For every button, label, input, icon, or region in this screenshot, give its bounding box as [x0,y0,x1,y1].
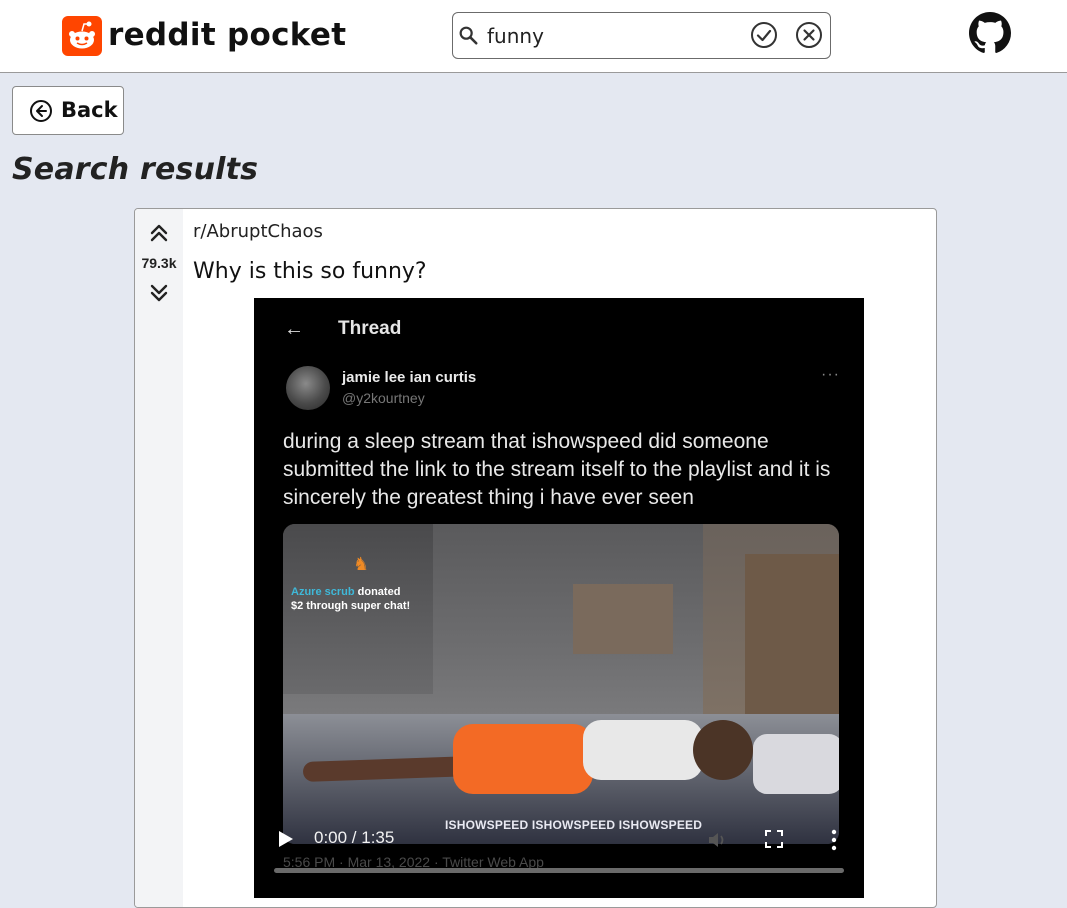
tweet-author-handle: @y2kourtney [342,390,425,406]
back-button[interactable]: Back [12,86,124,135]
tweet-more-icon: ··· [821,366,840,383]
app-title: reddit pocket [108,17,347,53]
donation-name: Azure scrub [291,586,355,598]
double-chevron-up-icon[interactable] [147,221,171,245]
post-title[interactable]: Why is this so funny? [193,259,427,284]
search-icon [459,26,478,45]
double-chevron-down-icon[interactable] [147,281,171,305]
post-video[interactable]: ← Thread jamie lee ian curtis @y2kourtne… [254,298,864,898]
post-card: 79.3k r/AbruptChaos Why is this so funny… [134,208,937,908]
page-title: Search results [12,152,259,187]
kebab-menu-icon[interactable] [824,828,844,852]
tweet-back-arrow-icon: ← [284,318,304,340]
tweet-thread-heading: Thread [338,318,402,339]
check-circle-icon[interactable] [749,20,779,50]
donation-line1: donated [354,586,401,598]
arrow-left-circle-icon [30,100,52,122]
github-icon[interactable] [969,12,1011,54]
tweet-text: during a sleep stream that ishowspeed di… [283,430,831,509]
back-button-label: Back [61,98,118,122]
vote-column: 79.3k [135,209,183,907]
search-input[interactable] [487,22,737,50]
donation-mascot-icon: ♞ [353,554,370,574]
donation-line2: $2 through super chat! [291,600,411,612]
volume-icon[interactable] [706,829,728,851]
tweet-author-avatar [286,366,330,410]
post-subreddit-link[interactable]: r/AbruptChaos [193,221,323,242]
x-circle-icon[interactable] [794,20,824,50]
app-header: reddit pocket [0,0,1067,73]
video-frame-image: ♞ Azure scrub donated $2 through super c… [283,524,839,844]
donation-overlay: ♞ Azure scrub donated $2 through super c… [291,554,421,624]
search-bar [452,12,831,59]
video-time: 0:00 / 1:35 [314,828,395,847]
reddit-logo-icon[interactable] [62,16,102,56]
play-icon[interactable] [278,830,294,848]
video-controls: 0:00 / 1:35 [254,818,864,898]
post-score: 79.3k [141,255,177,271]
video-progress-bar[interactable] [274,868,844,873]
fullscreen-icon[interactable] [764,829,784,849]
tweet-author-name: jamie lee ian curtis [342,369,477,386]
